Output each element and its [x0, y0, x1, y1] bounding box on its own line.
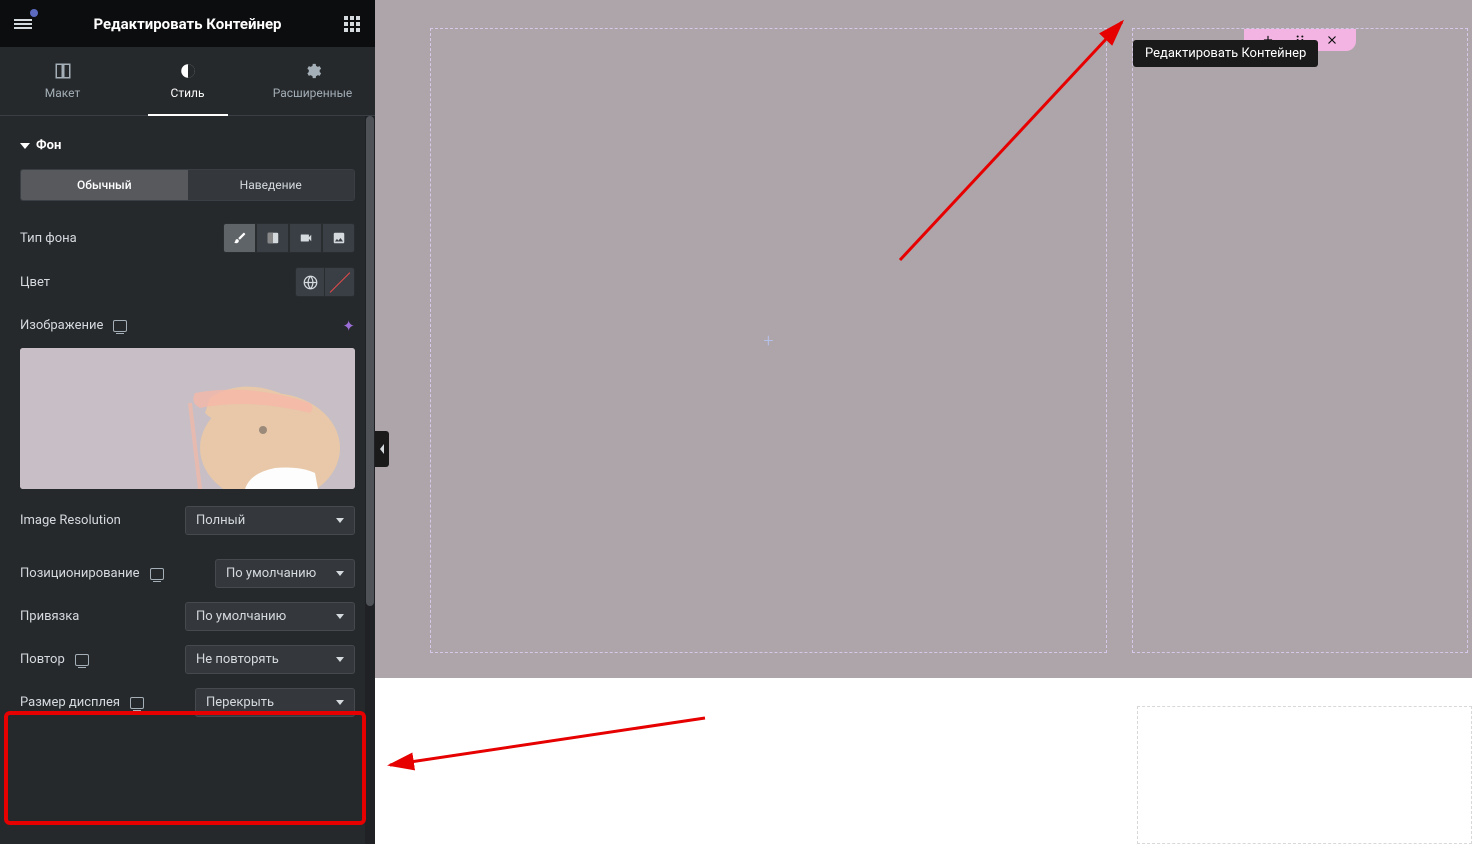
caret-down-icon [20, 143, 30, 149]
notification-dot [30, 9, 38, 17]
color-label: Цвет [20, 275, 50, 290]
row-image: Изображение ✦ [0, 304, 375, 342]
add-widget-plus-icon[interactable]: + [763, 330, 773, 351]
container-outline-left[interactable]: + [430, 28, 1107, 653]
row-color: Цвет [0, 260, 375, 304]
display-size-label: Размер дисплея [20, 695, 120, 710]
display-size-select[interactable]: Перекрыть [195, 688, 355, 717]
attachment-select[interactable]: По умолчанию [185, 602, 355, 631]
tab-advanced[interactable]: Расширенные [250, 47, 375, 115]
subtab-normal[interactable]: Обычный [21, 170, 188, 200]
container-outline-right[interactable] [1132, 28, 1468, 653]
video-icon [299, 231, 313, 245]
menu-button[interactable] [10, 11, 36, 37]
responsive-device-icon[interactable] [113, 320, 127, 332]
state-subtabs: Обычный Наведение [20, 169, 355, 201]
chevron-down-icon [336, 700, 344, 705]
color-swatch[interactable] [325, 267, 355, 297]
slideshow-icon [332, 231, 346, 245]
subtab-hover[interactable]: Наведение [188, 170, 355, 200]
sidebar-collapse-handle[interactable] [375, 431, 389, 467]
close-icon [1325, 33, 1339, 47]
brush-icon [233, 231, 247, 245]
image-label: Изображение [20, 318, 103, 333]
responsive-device-icon[interactable] [75, 654, 89, 666]
tab-advanced-label: Расширенные [273, 86, 353, 100]
bg-type-toggles [223, 223, 355, 253]
scrollbar-thumb[interactable] [366, 116, 374, 606]
ai-icon[interactable]: ✦ [342, 317, 355, 335]
empty-section-outline[interactable] [1137, 706, 1472, 844]
panel-body[interactable]: Фон Обычный Наведение Тип фона Цвет [0, 116, 375, 844]
remove-element-button[interactable] [1316, 29, 1348, 51]
tab-style-label: Стиль [171, 86, 205, 100]
apps-grid-icon [344, 16, 360, 32]
color-picker [295, 267, 355, 297]
repeat-select[interactable]: Не повторять [185, 645, 355, 674]
repeat-label: Повтор [20, 652, 65, 667]
resolution-select[interactable]: Полный [185, 506, 355, 535]
image-thumbnail[interactable] [20, 348, 355, 489]
bg-type-video[interactable] [289, 223, 322, 253]
position-label: Позиционирование [20, 566, 140, 581]
chevron-down-icon [336, 518, 344, 523]
globe-icon [303, 275, 318, 290]
global-color-button[interactable] [295, 267, 325, 297]
panel-tabs: Макет Стиль Расширенные [0, 47, 375, 116]
no-color-indicator [329, 272, 350, 293]
tab-layout-label: Макет [45, 86, 80, 100]
responsive-device-icon[interactable] [130, 697, 144, 709]
chevron-down-icon [336, 657, 344, 662]
attachment-label: Привязка [20, 609, 79, 624]
tooltip-edit-container: Редактировать Контейнер [1133, 40, 1318, 67]
bg-type-label: Тип фона [20, 231, 77, 246]
position-select[interactable]: По умолчанию [215, 559, 355, 588]
chevron-down-icon [336, 614, 344, 619]
chevron-left-icon [378, 443, 386, 455]
hamburger-icon [14, 17, 32, 31]
bg-type-gradient[interactable] [256, 223, 289, 253]
panel-title: Редактировать Контейнер [36, 15, 339, 33]
responsive-device-icon[interactable] [150, 568, 164, 580]
editor-sidebar: Редактировать Контейнер Макет Стиль Расш… [0, 0, 375, 844]
row-attachment: Привязка По умолчанию [0, 595, 375, 638]
widgets-button[interactable] [339, 11, 365, 37]
sidebar-header: Редактировать Контейнер [0, 0, 375, 47]
gear-icon [304, 62, 322, 80]
style-icon [179, 62, 197, 80]
bg-type-classic[interactable] [223, 223, 256, 253]
row-repeat: Повтор Не повторять [0, 638, 375, 681]
scrollbar-track[interactable] [365, 116, 375, 844]
row-position: Позиционирование По умолчанию [0, 552, 375, 595]
bg-type-slideshow[interactable] [322, 223, 355, 253]
section-background-label: Фон [36, 138, 61, 153]
row-bg-type: Тип фона [0, 216, 375, 260]
editor-canvas[interactable]: + Редактировать Контейнер [375, 0, 1472, 844]
canvas-section[interactable]: + [375, 0, 1472, 678]
row-resolution: Image Resolution Полный [0, 499, 375, 542]
section-background-header[interactable]: Фон [0, 126, 375, 169]
chevron-down-icon [336, 571, 344, 576]
resolution-label: Image Resolution [20, 513, 121, 528]
tab-layout[interactable]: Макет [0, 47, 125, 115]
row-display-size: Размер дисплея Перекрыть [0, 681, 375, 724]
tab-style[interactable]: Стиль [125, 47, 250, 115]
layout-icon [54, 62, 72, 80]
gradient-icon [266, 231, 280, 245]
